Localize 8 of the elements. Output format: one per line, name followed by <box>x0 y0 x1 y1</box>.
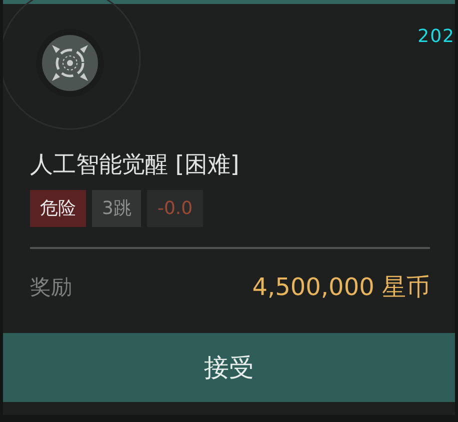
accept-button[interactable]: 接受 <box>3 333 455 402</box>
jumps-tag: 3跳 <box>92 190 142 227</box>
security-tag: -0.0 <box>147 190 203 227</box>
mission-title: 人工智能觉醒 [困难] <box>30 151 240 180</box>
danger-tag: 危险 <box>30 190 86 227</box>
corner-number: 202 <box>418 26 455 47</box>
reward-value: 4,500,000 星币 <box>252 272 430 303</box>
reward-label: 奖励 <box>30 274 72 301</box>
